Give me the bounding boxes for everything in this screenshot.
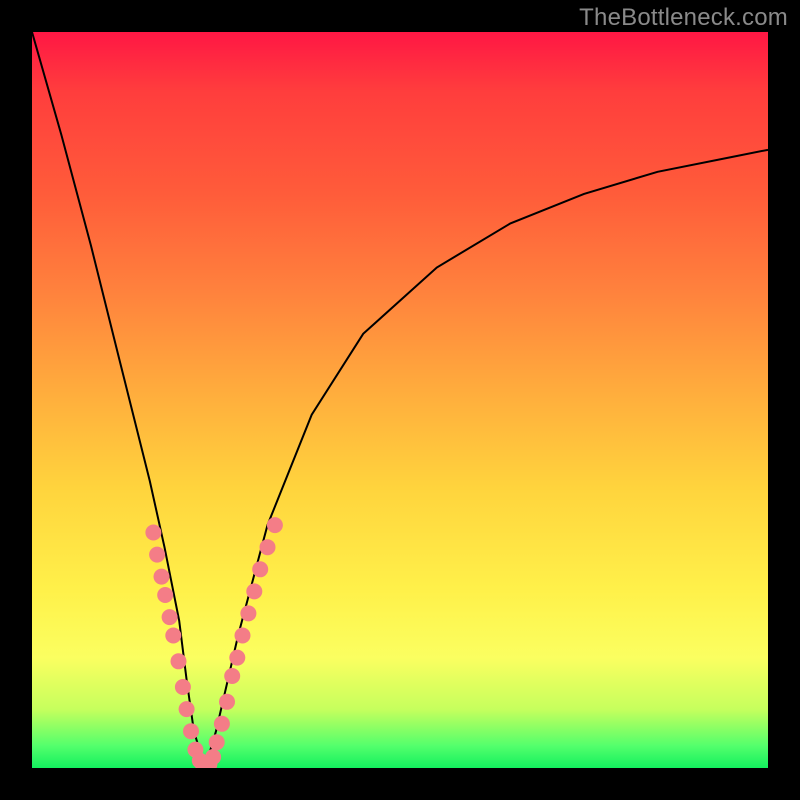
- marker-dot: [260, 539, 276, 555]
- marker-dot: [235, 628, 251, 644]
- bottleneck-curve: [32, 32, 768, 768]
- marker-dot: [165, 628, 181, 644]
- marker-dot: [219, 694, 235, 710]
- marker-dot: [209, 734, 225, 750]
- marker-dot: [183, 723, 199, 739]
- marker-dot: [162, 609, 178, 625]
- marker-dot: [229, 650, 245, 666]
- marker-dot: [179, 701, 195, 717]
- marker-dot: [224, 668, 240, 684]
- marker-dot: [240, 605, 256, 621]
- marker-dot: [149, 547, 165, 563]
- marker-dot: [175, 679, 191, 695]
- marker-dot: [267, 517, 283, 533]
- marker-dot: [154, 569, 170, 585]
- marker-dot: [171, 653, 187, 669]
- marker-dot: [157, 587, 173, 603]
- marker-dot: [205, 749, 221, 765]
- chart-root: TheBottleneck.com: [0, 0, 800, 800]
- watermark-text: TheBottleneck.com: [579, 4, 788, 32]
- marker-dot: [246, 583, 262, 599]
- marker-dot: [214, 716, 230, 732]
- curve-layer: [32, 32, 768, 768]
- marker-dot: [145, 525, 161, 541]
- marker-dot: [252, 561, 268, 577]
